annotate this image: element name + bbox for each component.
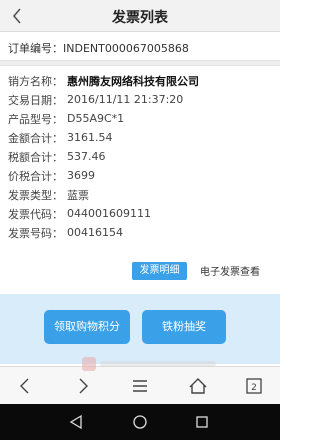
- order-number-value: INDENT000067005868: [63, 42, 189, 55]
- detail-row-type: 发票类型： 蓝票: [8, 185, 274, 204]
- order-number-label: 订单编号：: [8, 42, 63, 55]
- e-invoice-view-link[interactable]: 电子发票查看: [200, 263, 260, 278]
- invoice-detail-button[interactable]: 发票明细: [132, 262, 187, 280]
- detail-row-seller: 销方名称： 惠州腾友网络科技有限公司: [8, 71, 274, 90]
- section-divider: [0, 60, 280, 66]
- detail-row-date: 交易日期： 2016/11/11 21:37:20: [8, 90, 274, 109]
- triangle-back-icon[interactable]: [67, 413, 85, 431]
- invoice-code-value: 044001609111: [67, 207, 151, 220]
- system-nav-bar: [0, 404, 280, 440]
- watermark-logo: [82, 357, 216, 371]
- detail-row-model: 产品型号： D55A9C*1: [8, 109, 274, 128]
- invoice-number-label: 发票号码：: [8, 226, 63, 240]
- date-value: 2016/11/11 21:37:20: [67, 93, 184, 106]
- tabs-icon[interactable]: 2: [243, 375, 265, 397]
- detail-row-amount: 金额合计： 3161.54: [8, 128, 274, 147]
- invoice-code-label: 发票代码：: [8, 207, 63, 221]
- home-icon[interactable]: [187, 375, 209, 397]
- amount-label: 金额合计：: [8, 131, 63, 145]
- total-label: 价税合计：: [8, 169, 63, 183]
- invoice-number-value: 00416154: [67, 226, 123, 239]
- invoice-type-value: 蓝票: [67, 188, 89, 202]
- model-label: 产品型号：: [8, 112, 63, 126]
- circle-home-icon[interactable]: [131, 413, 149, 431]
- arrow-right-icon[interactable]: [72, 375, 94, 397]
- date-label: 交易日期：: [8, 93, 63, 107]
- tax-value: 537.46: [67, 150, 106, 163]
- detail-row-code: 发票代码： 044001609111: [8, 204, 274, 223]
- invoice-type-label: 发票类型：: [8, 188, 63, 202]
- claim-points-button[interactable]: 领取购物积分: [44, 310, 130, 344]
- menu-icon[interactable]: [129, 375, 151, 397]
- action-band: [0, 294, 280, 364]
- invoice-details: 销方名称： 惠州腾友网络科技有限公司 交易日期： 2016/11/11 21:3…: [8, 71, 274, 242]
- fan-lottery-button[interactable]: 铁粉抽奖: [142, 310, 226, 344]
- square-recent-icon[interactable]: [193, 413, 211, 431]
- detail-row-number: 发票号码： 00416154: [8, 223, 274, 242]
- model-value: D55A9C*1: [67, 112, 125, 125]
- seller-label: 销方名称：: [8, 74, 63, 88]
- detail-row-tax: 税额合计： 537.46: [8, 147, 274, 166]
- app-header: 发票列表: [0, 0, 280, 32]
- tax-label: 税额合计：: [8, 150, 63, 164]
- order-number-row: 订单编号：INDENT000067005868: [8, 40, 189, 56]
- detail-row-total: 价税合计： 3699: [8, 166, 274, 185]
- total-value: 3699: [67, 169, 95, 182]
- seller-value: 惠州腾友网络科技有限公司: [67, 74, 199, 88]
- arrow-left-icon[interactable]: [14, 375, 36, 397]
- page-title: 发票列表: [112, 10, 168, 26]
- amount-value: 3161.54: [67, 131, 113, 144]
- tab-count: 2: [251, 383, 257, 393]
